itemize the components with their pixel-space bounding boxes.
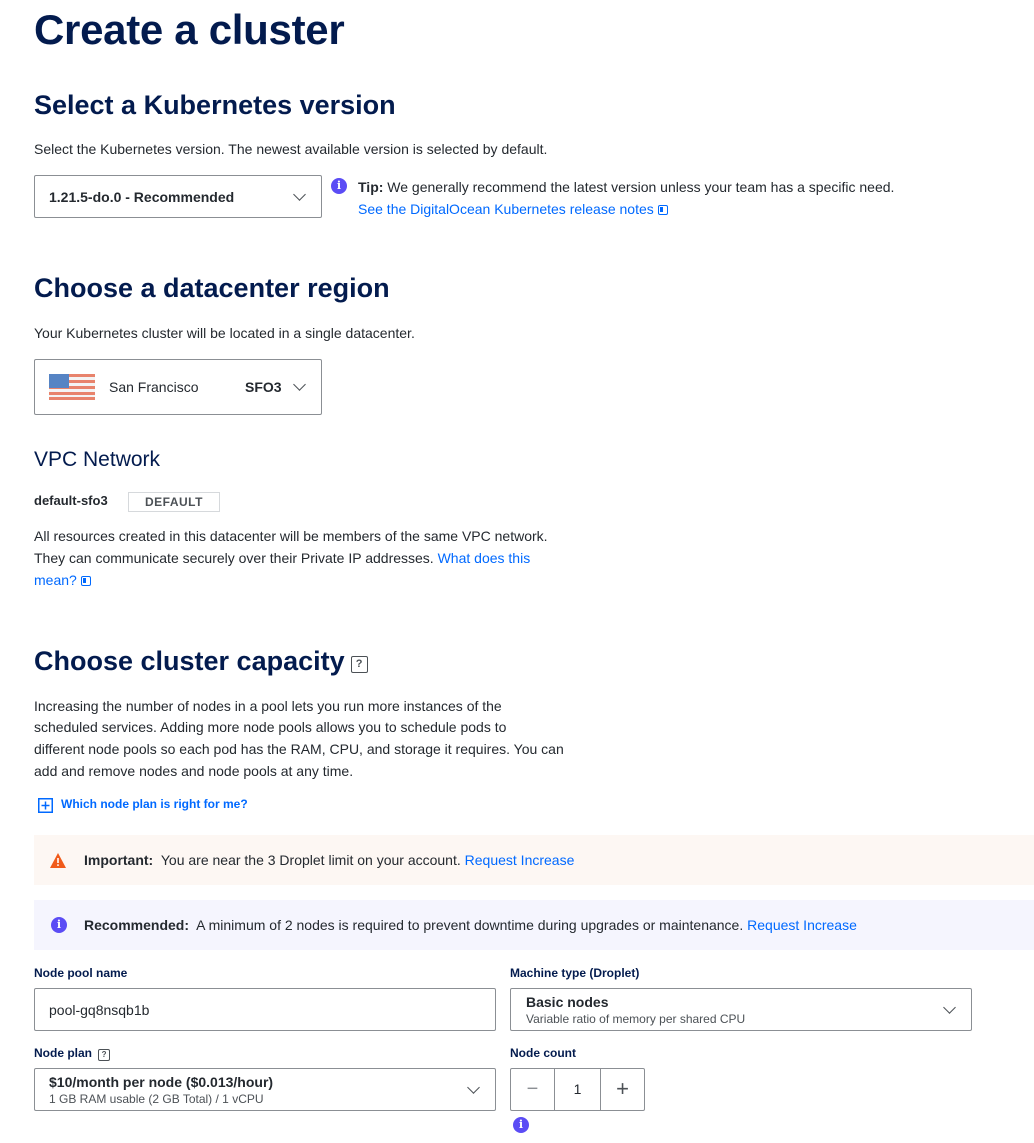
region-description: Your Kubernetes cluster will be located …	[34, 325, 415, 341]
important-label: Important:	[84, 852, 154, 868]
tip-label: Tip:	[358, 179, 384, 195]
machine-type-subtitle: Variable ratio of memory per shared CPU	[526, 1012, 746, 1026]
vpc-name: default-sfo3	[34, 493, 108, 508]
info-icon: i	[51, 917, 67, 933]
warning-icon	[50, 853, 66, 868]
capacity-description-2: scheduled services. Adding more node poo…	[34, 719, 507, 735]
tip-text: We generally recommend the latest versio…	[387, 179, 895, 195]
chevron-down-icon	[293, 378, 306, 391]
chevron-down-icon	[467, 1081, 480, 1094]
k8s-version-select[interactable]: 1.21.5-do.0 - Recommended	[34, 175, 322, 218]
capacity-description-1: Increasing the number of nodes in a pool…	[34, 698, 502, 714]
region-code: SFO3	[245, 379, 282, 395]
k8s-version-description: Select the Kubernetes version. The newes…	[34, 141, 548, 157]
k8s-version-heading: Select a Kubernetes version	[34, 90, 396, 120]
important-request-increase-link[interactable]: Request Increase	[465, 852, 575, 868]
region-heading: Choose a datacenter region	[34, 273, 390, 303]
chevron-down-icon	[293, 188, 306, 201]
region-select[interactable]: San Francisco SFO3	[34, 359, 322, 415]
page-title: Create a cluster	[34, 6, 345, 53]
us-flag-icon	[49, 374, 95, 400]
node-count-stepper: − 1 +	[510, 1068, 645, 1111]
plus-box-icon	[38, 798, 53, 813]
vpc-description-line1: All resources created in this datacenter…	[34, 528, 548, 544]
vpc-heading: VPC Network	[34, 448, 161, 471]
help-icon[interactable]: ?	[350, 656, 368, 673]
external-link-icon	[80, 576, 91, 586]
k8s-version-selected: 1.21.5-do.0 - Recommended	[49, 189, 235, 205]
vpc-description-line2-wrap: They can communicate securely over their…	[34, 547, 530, 569]
k8s-tip: Tip: We generally recommend the latest v…	[358, 176, 894, 198]
important-alert: Important: You are near the 3 Droplet li…	[34, 835, 1034, 885]
machine-type-label: Machine type (Droplet)	[510, 966, 640, 980]
vpc-help-link-wrap[interactable]: mean?	[34, 569, 91, 591]
node-pool-name-label: Node pool name	[34, 966, 128, 980]
important-text: You are near the 3 Droplet limit on your…	[160, 852, 461, 868]
node-count-label: Node count	[510, 1046, 576, 1060]
release-notes-link-wrap[interactable]: See the DigitalOcean Kubernetes release …	[358, 198, 668, 220]
vpc-default-badge: DEFAULT	[128, 492, 220, 512]
info-icon: i	[331, 178, 347, 194]
region-city: San Francisco	[109, 379, 199, 395]
recommended-alert: i Recommended: A minimum of 2 nodes is r…	[34, 900, 1034, 950]
node-plan-select[interactable]: $10/month per node ($0.013/hour) 1 GB RA…	[34, 1068, 496, 1111]
node-plan-help-link[interactable]: Which node plan is right for me?	[61, 797, 248, 811]
chevron-down-icon	[943, 1001, 956, 1014]
vpc-description-line2: They can communicate securely over their…	[34, 550, 434, 566]
decrement-button[interactable]: −	[511, 1069, 555, 1110]
capacity-description-3: different node pools so each pod has the…	[34, 741, 564, 757]
node-plan-label-wrap: Node plan?	[34, 1046, 111, 1061]
node-plan-subtitle: 1 GB RAM usable (2 GB Total) / 1 vCPU	[49, 1092, 264, 1106]
capacity-heading-text: Choose cluster capacity	[34, 646, 345, 676]
help-icon[interactable]: ?	[98, 1049, 111, 1061]
capacity-description-4: add and remove nodes and node pools at a…	[34, 763, 354, 779]
node-plan-title: $10/month per node ($0.013/hour)	[49, 1074, 274, 1090]
external-link-icon	[657, 205, 668, 215]
machine-type-title: Basic nodes	[526, 994, 609, 1010]
node-count-value[interactable]: 1	[555, 1069, 601, 1110]
info-icon[interactable]: i	[513, 1117, 529, 1133]
vpc-help-link-cont[interactable]: mean?	[34, 572, 77, 588]
capacity-heading: Choose cluster capacity?	[34, 646, 368, 677]
recommended-request-increase-link[interactable]: Request Increase	[747, 917, 857, 933]
recommended-label: Recommended:	[84, 917, 190, 933]
machine-type-select[interactable]: Basic nodes Variable ratio of memory per…	[510, 988, 972, 1031]
recommended-text: A minimum of 2 nodes is required to prev…	[196, 917, 744, 933]
node-pool-name-input[interactable]	[34, 988, 496, 1031]
release-notes-link[interactable]: See the DigitalOcean Kubernetes release …	[358, 201, 654, 217]
increment-button[interactable]: +	[601, 1069, 644, 1110]
node-plan-label: Node plan	[34, 1046, 93, 1060]
vpc-help-link[interactable]: What does this	[438, 550, 531, 566]
